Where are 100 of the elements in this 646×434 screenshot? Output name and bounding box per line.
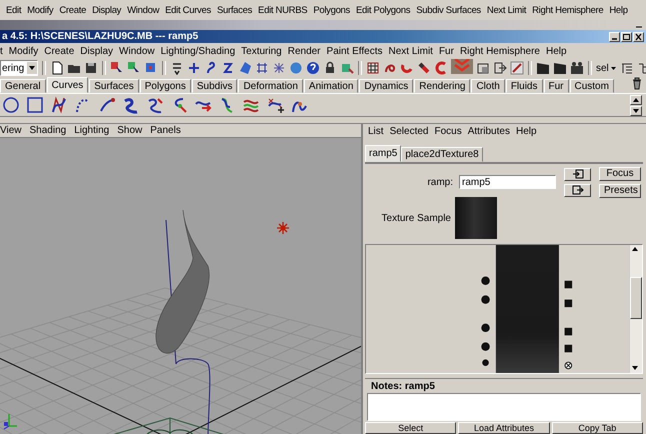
menu-item[interactable]: Paint Effects (326, 46, 382, 56)
menu-item[interactable]: Edit Polygons (356, 4, 410, 16)
node-name-field[interactable]: ramp5 (459, 175, 556, 189)
star-icon[interactable] (272, 61, 286, 75)
menu-item[interactable]: Help (546, 46, 567, 56)
menu-item[interactable]: Window (119, 46, 155, 56)
shelf-tab[interactable]: Polygons (140, 79, 191, 93)
menu-item[interactable]: Surfaces (216, 4, 252, 16)
select-arrow-icon[interactable] (110, 61, 124, 75)
editor-button[interactable]: Select (365, 422, 456, 434)
ramp-entry-square[interactable] (564, 280, 572, 288)
dropdown-arrow-icon[interactable] (610, 64, 617, 72)
menu-item[interactable]: Edit Curves (165, 4, 211, 16)
ramp-position-handle[interactable] (481, 276, 490, 285)
lock-icon[interactable] (323, 61, 337, 75)
camera-icon[interactable] (340, 61, 354, 75)
cube-icon[interactable] (238, 61, 252, 75)
menu-item[interactable]: Attributes (468, 126, 510, 137)
arrow-into-box-icon[interactable] (572, 169, 584, 179)
curve-tool-icon[interactable] (50, 96, 68, 114)
delete-entry-icon[interactable] (564, 362, 572, 370)
node-tab[interactable]: place2dTexture8 (401, 147, 483, 162)
ramp-entry-square[interactable] (564, 300, 572, 308)
shelf-tab[interactable]: Animation (304, 79, 358, 93)
lattice-icon[interactable] (255, 61, 269, 75)
square-icon[interactable] (26, 96, 44, 114)
help-icon[interactable] (306, 61, 320, 75)
menu-item[interactable]: Create (44, 46, 74, 56)
minimize-icon[interactable] (609, 32, 620, 42)
panel-menu-item[interactable]: View (0, 125, 22, 136)
scroll-down-icon[interactable] (630, 106, 642, 116)
menu-item[interactable]: Edit NURBS (258, 4, 308, 16)
ramp-entry-square[interactable] (564, 328, 572, 336)
render-icon[interactable] (510, 61, 524, 75)
shelf-tab[interactable]: Deformation (238, 79, 303, 93)
ramp-position-handle[interactable] (482, 359, 489, 366)
editor-button[interactable]: Focus (599, 166, 641, 180)
menu-item[interactable]: Focus (434, 126, 462, 137)
curve-tool-icon[interactable] (122, 96, 140, 114)
arrow-box-icon[interactable] (493, 61, 507, 75)
curve-tool-icon[interactable] (266, 96, 284, 114)
menu-item[interactable]: Next Limit (388, 46, 433, 56)
menu-item[interactable]: Window (127, 4, 160, 16)
circle-icon[interactable] (2, 96, 20, 114)
window-icon[interactable] (476, 61, 490, 75)
menu-item[interactable]: Right Hemisphere (460, 46, 540, 56)
menu-item[interactable]: Display (80, 46, 114, 56)
plus-icon[interactable] (187, 61, 201, 75)
menu-item[interactable]: Lighting/Shading (160, 46, 236, 56)
menu-item[interactable]: t (0, 46, 3, 56)
panel-menu-item[interactable]: Show (117, 125, 142, 136)
shelf-tab[interactable]: Custom (570, 79, 614, 93)
mode-dropdown[interactable]: ering (0, 60, 38, 76)
shelf-tab[interactable]: Rendering (414, 79, 470, 93)
editor-button[interactable]: Presets (599, 184, 641, 198)
shelf-tab[interactable]: General (0, 79, 46, 93)
texture-sample-swatch[interactable] (455, 197, 497, 239)
menu-item[interactable]: Edit (6, 4, 22, 16)
menu-item[interactable]: Modify (27, 4, 54, 16)
menu-item[interactable]: Polygons (313, 4, 350, 16)
menu-item[interactable]: Help (516, 126, 537, 137)
menu-item[interactable]: Selected (390, 126, 428, 137)
input-connection-button[interactable] (564, 168, 591, 180)
shelf-tab[interactable]: Curves (46, 77, 88, 93)
select-arrow-icon[interactable] (127, 61, 141, 75)
panel-menu-item[interactable]: Lighting (74, 125, 110, 136)
editor-button[interactable]: Copy Tab (552, 422, 643, 434)
shelf-tab[interactable]: Dynamics (359, 79, 414, 93)
document-icon[interactable] (50, 61, 64, 75)
list-icon[interactable] (170, 61, 184, 75)
maximize-icon[interactable] (621, 32, 632, 42)
shelf-tab[interactable]: Surfaces (89, 79, 139, 93)
menu-item[interactable]: Texturing (241, 46, 282, 56)
menu-item[interactable]: Subdiv Surfaces (416, 4, 481, 16)
panel-menu-item[interactable]: Panels (150, 125, 181, 136)
shelf-tab[interactable]: Subdivs (192, 79, 238, 93)
ramp-position-handle[interactable] (481, 295, 490, 304)
ramp-entry-square[interactable] (564, 344, 572, 352)
shelf-tab[interactable]: Cloth (471, 79, 505, 93)
arrow-out-box-icon[interactable] (572, 185, 584, 195)
menu-item[interactable]: Right Hemisphere (532, 4, 604, 16)
menu-item[interactable]: Next Limit (486, 4, 526, 16)
node-tab[interactable]: ramp5 (365, 145, 402, 162)
ramp-position-handle[interactable] (481, 324, 490, 332)
curve-tool-icon[interactable] (98, 96, 116, 114)
menu-item[interactable]: Display (92, 4, 122, 16)
curve-tool-icon[interactable] (146, 96, 164, 114)
close-icon[interactable] (633, 32, 644, 42)
scroll-up-icon[interactable] (630, 94, 642, 104)
menu-item[interactable]: Modify (8, 46, 38, 56)
menu-item[interactable]: Help (609, 4, 628, 16)
output-connection-button[interactable] (564, 184, 591, 196)
menu-item[interactable]: List (368, 126, 384, 137)
grid-icon[interactable] (366, 61, 380, 75)
panel-menu-item[interactable]: Shading (30, 125, 66, 136)
menu-item[interactable]: Create (59, 4, 86, 16)
menu-item[interactable]: Render (288, 46, 321, 56)
scrollbar[interactable] (629, 245, 642, 373)
shelf-tab[interactable]: Fur (544, 79, 568, 93)
selection-label[interactable]: sel (596, 62, 609, 74)
